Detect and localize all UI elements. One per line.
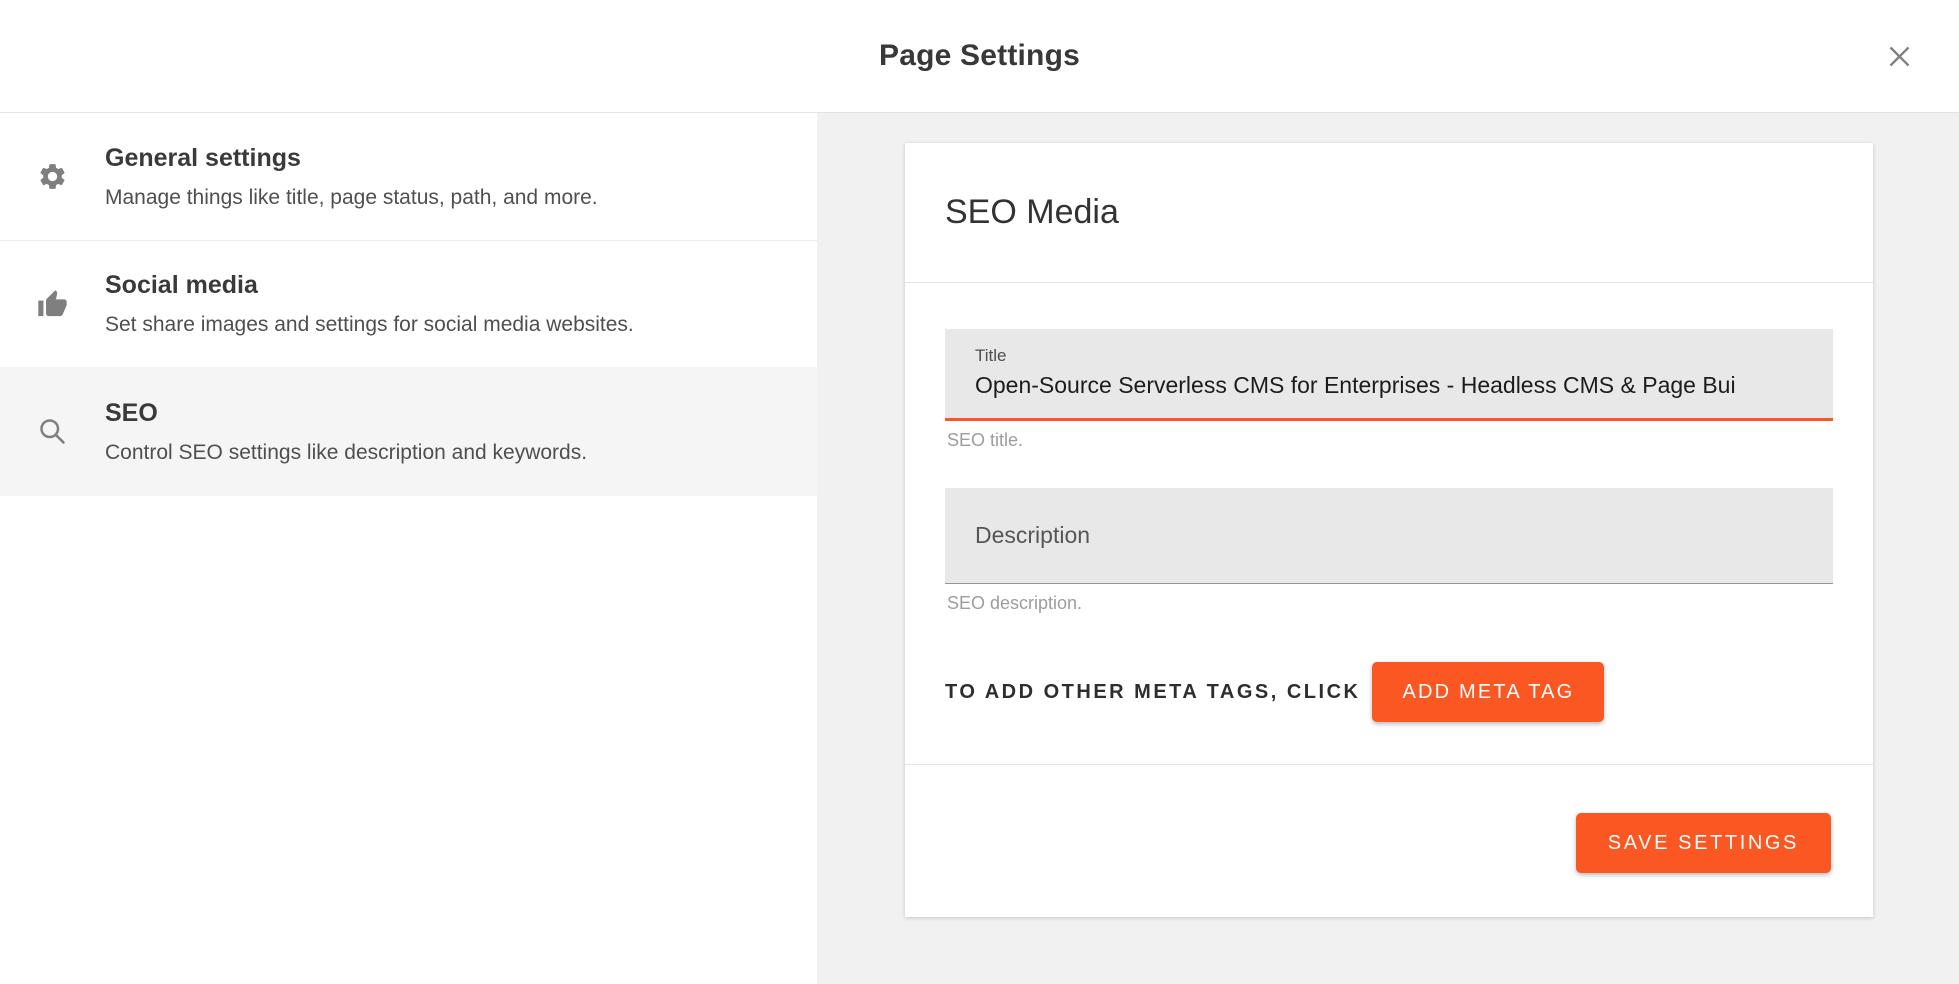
- page-settings-modal: Page Settings General settings Manage t: [0, 0, 1959, 984]
- search-icon: [0, 415, 105, 448]
- meta-tags-hint-text: TO ADD OTHER META TAGS, CLICK: [945, 681, 1360, 704]
- close-icon: [1886, 43, 1913, 70]
- settings-content-panel: SEO Media Title SEO title.: [817, 113, 1959, 984]
- modal-header: Page Settings: [0, 0, 1959, 113]
- thumb-up-icon: [0, 289, 105, 320]
- seo-description-field: [945, 488, 1833, 584]
- add-meta-tag-button[interactable]: ADD META TAG: [1372, 662, 1604, 722]
- sidebar-item-social-media[interactable]: Social media Set share images and settin…: [0, 240, 817, 367]
- sidebar-item-title: Social media: [105, 271, 777, 300]
- sidebar-item-title: General settings: [105, 144, 777, 173]
- seo-description-input[interactable]: [975, 522, 1803, 549]
- seo-title-helper: SEO title.: [947, 430, 1833, 451]
- seo-settings-card: SEO Media Title SEO title.: [905, 143, 1873, 917]
- sidebar-item-general-settings[interactable]: General settings Manage things like titl…: [0, 113, 817, 240]
- seo-description-helper: SEO description.: [947, 593, 1833, 614]
- seo-title-input[interactable]: [975, 372, 1803, 399]
- sidebar-item-description: Set share images and settings for social…: [105, 313, 777, 337]
- save-settings-button[interactable]: SAVE SETTINGS: [1576, 813, 1831, 873]
- settings-sidebar: General settings Manage things like titl…: [0, 113, 817, 984]
- sidebar-item-description: Control SEO settings like description an…: [105, 441, 777, 465]
- close-button[interactable]: [1883, 40, 1915, 72]
- gear-icon: [0, 161, 105, 192]
- card-header: SEO Media: [905, 143, 1873, 283]
- sidebar-item-title: SEO: [105, 399, 777, 428]
- modal-body: General settings Manage things like titl…: [0, 113, 1959, 984]
- seo-title-label: Title: [975, 346, 1803, 366]
- sidebar-item-description: Manage things like title, page status, p…: [105, 186, 777, 210]
- card-body: Title SEO title. SEO description. TO ADD…: [905, 283, 1873, 764]
- card-footer: SAVE SETTINGS: [905, 764, 1873, 917]
- seo-description-field-group: SEO description.: [945, 488, 1833, 614]
- sidebar-item-seo[interactable]: SEO Control SEO settings like descriptio…: [0, 367, 817, 496]
- page-title: Page Settings: [879, 39, 1080, 73]
- card-heading: SEO Media: [945, 193, 1119, 232]
- meta-tags-row: TO ADD OTHER META TAGS, CLICK ADD META T…: [945, 662, 1833, 764]
- seo-title-field: Title: [945, 329, 1833, 421]
- seo-title-field-group: Title SEO title.: [945, 329, 1833, 451]
